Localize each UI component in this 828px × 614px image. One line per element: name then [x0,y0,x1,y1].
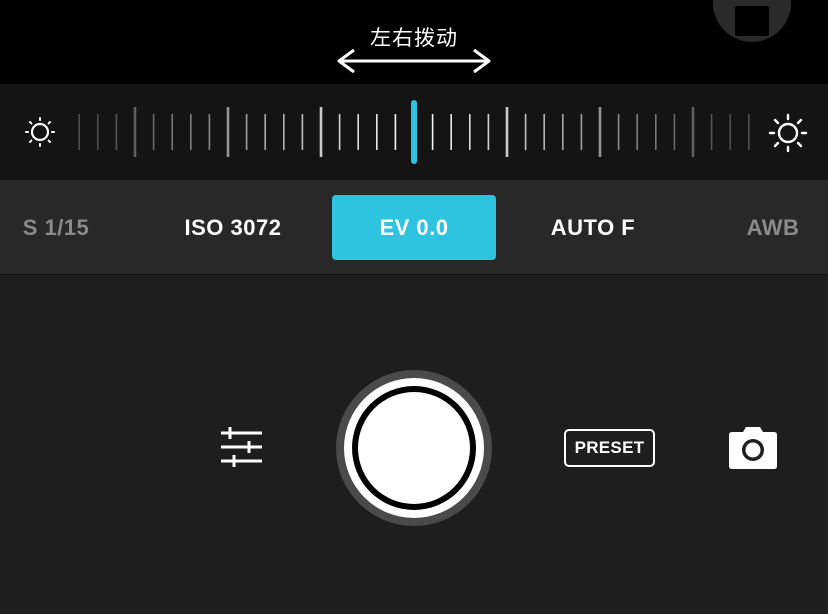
shutter-ring [344,378,484,518]
shutter-core [358,392,470,504]
mode-focus[interactable]: AUTO F [520,195,666,260]
sun-dim-icon [25,117,55,147]
preset-button[interactable]: PRESET [564,429,655,467]
mode-ev[interactable]: EV 0.0 [332,195,496,260]
exposure-dial[interactable] [0,84,828,180]
sun-bright-icon [768,113,808,153]
shutter-gap [352,386,476,510]
mode-white-balance[interactable]: AWB [726,195,820,260]
mode-shutter-speed[interactable]: S 1/15 [6,195,106,260]
dial-indicator [411,100,417,164]
left-right-arrow-icon [337,48,491,74]
viewfinder: 左右拨动 [0,0,828,84]
sliders-icon[interactable] [220,426,264,468]
stop-icon [735,6,769,36]
dial-ticks [78,100,750,164]
camera-icon[interactable] [728,426,778,470]
camera-app: 左右拨动 S 1/15 ISO 3072 EV 0.0 AUTO F AWB P… [0,0,828,614]
mode-iso[interactable]: ISO 3072 [160,195,306,260]
stop-button[interactable] [713,0,791,42]
mode-selector: S 1/15 ISO 3072 EV 0.0 AUTO F AWB [0,180,828,275]
bottom-controls: PRESET [0,276,828,614]
shutter-button[interactable] [336,370,492,526]
